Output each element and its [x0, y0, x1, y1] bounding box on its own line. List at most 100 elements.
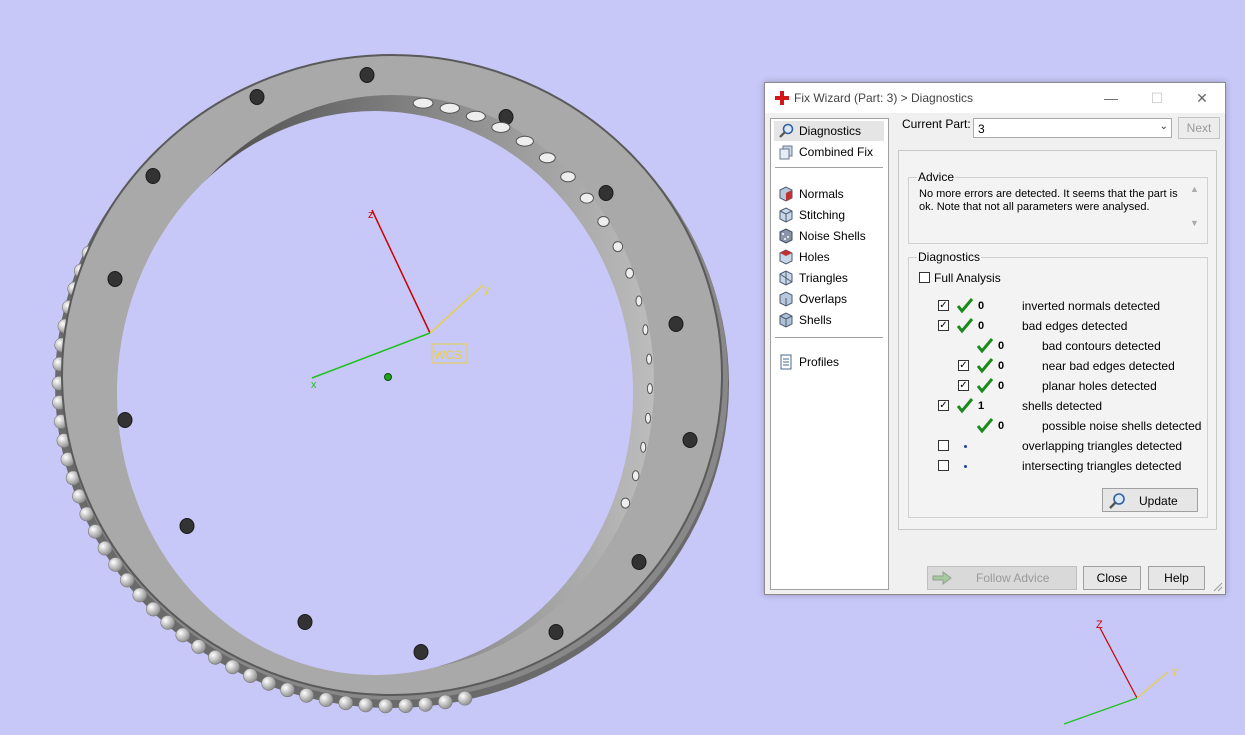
inner-hole [560, 171, 576, 183]
shells-cube-icon [779, 312, 793, 328]
arrow-right-icon [932, 571, 952, 585]
bearing-ball [175, 627, 191, 643]
bearing-ball [243, 668, 258, 683]
bolt-hole [145, 168, 161, 184]
diagnostic-label: shells detected [1022, 399, 1103, 413]
diagnostic-label: intersecting triangles detected [1022, 459, 1182, 473]
bearing-ball [358, 697, 374, 713]
normals-cube-icon [779, 186, 793, 202]
diagnostic-row: intersecting triangles detected [909, 456, 1209, 476]
bolt-hole [117, 412, 133, 428]
maximize-button[interactable]: ☐ [1145, 87, 1169, 109]
diagnostic-row: 0 bad contours detected [909, 336, 1209, 356]
diagnostic-count: 0 [978, 320, 985, 332]
bearing-ball [132, 587, 148, 603]
bearing-ball [208, 649, 223, 665]
update-label: Update [1139, 494, 1178, 508]
magnifier-icon [1109, 493, 1125, 509]
current-part-label: Current Part: [902, 117, 971, 131]
next-button[interactable]: Next [1178, 117, 1220, 139]
bolt-hole [598, 185, 614, 201]
nav-item-overlaps[interactable]: Overlaps [774, 289, 884, 309]
inner-hole [412, 97, 434, 109]
diagnostic-label: planar holes detected [1042, 379, 1157, 393]
bolt-hole [107, 271, 123, 287]
corner-axis-y-label: Y [1171, 667, 1179, 679]
current-part-select[interactable]: 3 ⌄ [973, 118, 1172, 138]
diagnostic-checkbox[interactable]: ✓ [958, 380, 969, 391]
inner-hole [642, 324, 649, 336]
bearing-ball [119, 572, 135, 588]
resize-grip-icon[interactable] [1213, 582, 1223, 592]
nav-label: Noise Shells [799, 229, 866, 243]
nav-item-profiles[interactable]: Profiles [774, 352, 884, 372]
bearing-ball [437, 694, 453, 710]
bolt-hole [179, 518, 195, 534]
axis-x-label: x [311, 379, 317, 391]
nav-label: Diagnostics [799, 124, 862, 138]
document-icon [780, 354, 792, 370]
title-bar[interactable]: Fix Wizard (Part: 3) > Diagnostics — ☐ ✕ [765, 83, 1225, 113]
bolt-hole [668, 316, 684, 332]
nav-item-normals[interactable]: Normals [774, 184, 884, 204]
nav-separator [775, 337, 883, 338]
nav-label: Holes [799, 250, 830, 264]
diagnostic-row: 0 possible noise shells detected [909, 416, 1209, 436]
diagnostic-row: ✓ 0 near bad edges detected [909, 356, 1209, 376]
nav-item-stitching[interactable]: Stitching [774, 205, 884, 225]
minimize-button[interactable]: — [1099, 87, 1123, 109]
bearing-ball [398, 698, 413, 714]
green-check-icon [976, 358, 994, 374]
diagnostic-label: overlapping triangles detected [1022, 439, 1183, 453]
close-window-button[interactable]: ✕ [1190, 87, 1214, 109]
bearing-ball [191, 639, 206, 654]
axis-z-label: z [368, 209, 374, 221]
advice-title: Advice [917, 170, 956, 184]
diagnostic-checkbox[interactable]: ✓ [958, 360, 969, 371]
holes-cube-icon [779, 249, 793, 265]
follow-advice-button[interactable]: Follow Advice [927, 566, 1077, 590]
update-button[interactable]: Update [1102, 488, 1198, 512]
nav-label: Normals [799, 187, 844, 201]
green-check-icon [956, 398, 974, 414]
diagnostic-label: bad contours detected [1042, 339, 1161, 353]
nav-label: Combined Fix [799, 145, 874, 159]
diagnostic-count: 1 [978, 400, 985, 412]
diagnostic-count: 0 [998, 420, 1005, 432]
diagnostic-row: ✓ 1 shells detected [909, 396, 1209, 416]
origin-marker [384, 373, 392, 381]
inner-hole [631, 470, 640, 482]
diagnostic-row: overlapping triangles detected [909, 436, 1209, 456]
diagnostic-row: ✓ 0 inverted normals detected [909, 296, 1209, 316]
nav-item-noise-shells[interactable]: Noise Shells [774, 226, 884, 246]
close-button[interactable]: Close [1083, 566, 1141, 590]
full-analysis-checkbox[interactable] [919, 272, 930, 283]
stitching-cube-icon [779, 207, 793, 223]
bolt-hole [359, 67, 375, 83]
nav-item-diagnostics[interactable]: Diagnostics [774, 121, 884, 141]
help-button[interactable]: Help [1148, 566, 1205, 590]
nav-label: Shells [799, 313, 832, 327]
diagnostic-checkbox[interactable] [938, 440, 949, 451]
diagnostics-panel: Advice No more errors are detected. It s… [898, 150, 1217, 530]
inner-hole [625, 267, 634, 279]
nav-item-holes[interactable]: Holes [774, 247, 884, 267]
nav-label: Profiles [799, 355, 840, 369]
diagnostic-checkbox[interactable]: ✓ [938, 320, 949, 331]
advice-scrollbar[interactable]: ▲ ▼ [1189, 184, 1201, 230]
bolt-hole [548, 624, 564, 640]
diagnostic-checkbox[interactable]: ✓ [938, 400, 949, 411]
fix-wizard-dialog: Fix Wizard (Part: 3) > Diagnostics — ☐ ✕… [764, 82, 1226, 595]
diagnostic-checkbox[interactable]: ✓ [938, 300, 949, 311]
nav-item-triangles[interactable]: Triangles [774, 268, 884, 288]
bearing-ball [261, 675, 277, 691]
bearing-ball [299, 687, 314, 703]
inner-hole [620, 497, 631, 509]
nav-item-combined-fix[interactable]: Combined Fix [774, 142, 884, 162]
triangles-cube-icon [779, 270, 793, 286]
not-analysed-dot [964, 465, 967, 468]
nav-label: Overlaps [799, 292, 848, 306]
diagnostic-checkbox[interactable] [938, 460, 949, 471]
bearing-ring-model[interactable] [51, 54, 729, 714]
nav-item-shells[interactable]: Shells [774, 310, 884, 330]
